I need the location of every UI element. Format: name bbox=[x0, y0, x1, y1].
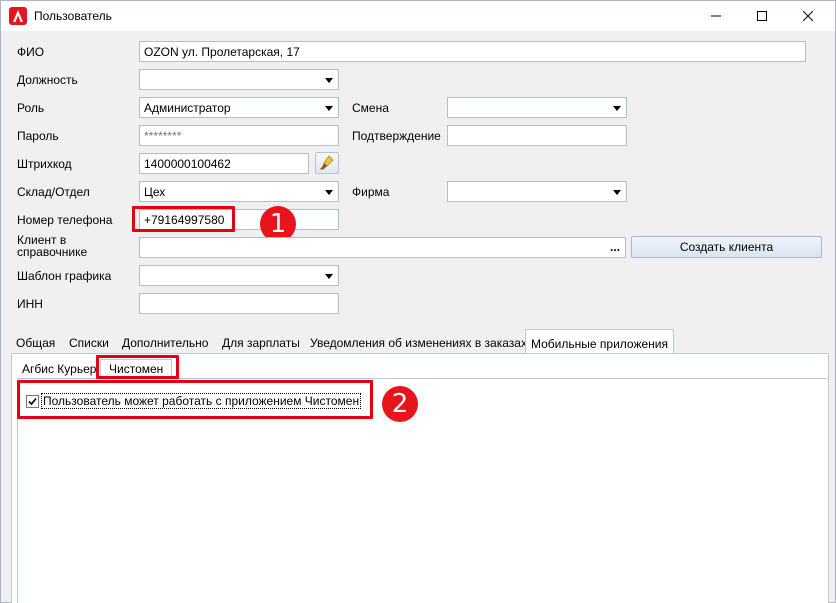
window-title: Пользователь bbox=[34, 9, 112, 23]
shift-select[interactable] bbox=[447, 97, 627, 118]
client-lookup-ellipsis[interactable]: ... bbox=[610, 240, 620, 254]
confirm-label: Подтверждение bbox=[352, 129, 441, 143]
chevron-down-icon bbox=[325, 78, 333, 83]
user-dialog-window: Пользователь ФИО OZON ул. Пролетарская, … bbox=[0, 0, 836, 603]
chevron-down-icon bbox=[613, 106, 621, 111]
warehouse-label: Склад/Отдел bbox=[17, 185, 90, 199]
tab-lists[interactable]: Списки bbox=[64, 331, 114, 354]
role-select[interactable]: Администратор bbox=[139, 97, 339, 118]
firm-select[interactable] bbox=[447, 181, 627, 202]
schedule-select[interactable] bbox=[139, 265, 339, 286]
position-select[interactable] bbox=[139, 69, 339, 90]
password-label: Пароль bbox=[17, 129, 59, 143]
client-input[interactable]: ... bbox=[139, 237, 626, 258]
inn-input[interactable] bbox=[139, 293, 339, 314]
warehouse-select[interactable]: Цех bbox=[139, 181, 339, 202]
title-bar: Пользователь bbox=[1, 1, 835, 31]
barcode-label: Штрихкод bbox=[17, 157, 72, 171]
password-input[interactable]: ******** bbox=[139, 125, 339, 146]
chevron-down-icon bbox=[325, 274, 333, 279]
annotation-badge-2: 2 bbox=[382, 386, 418, 422]
tab-salary[interactable]: Для зарплаты bbox=[217, 331, 305, 354]
checkbox-highlight-frame bbox=[17, 380, 373, 419]
brush-icon bbox=[320, 155, 334, 170]
chevron-down-icon bbox=[325, 190, 333, 195]
fio-input[interactable]: OZON ул. Пролетарская, 17 bbox=[139, 41, 806, 62]
create-client-button[interactable]: Создать клиента bbox=[631, 236, 822, 258]
role-value: Администратор bbox=[144, 101, 231, 115]
close-icon bbox=[803, 11, 813, 21]
app-logo-icon bbox=[9, 7, 27, 25]
phone-highlight-frame bbox=[132, 206, 235, 232]
tab-mobile-apps[interactable]: Мобильные приложения bbox=[525, 329, 674, 354]
shift-label: Смена bbox=[352, 101, 389, 115]
client-label: Клиент в справочнике bbox=[17, 233, 88, 259]
chevron-down-icon bbox=[613, 190, 621, 195]
close-button[interactable] bbox=[785, 1, 831, 31]
schedule-label: Шаблон графика bbox=[17, 269, 112, 283]
maximize-button[interactable] bbox=[739, 1, 785, 31]
barcode-input[interactable]: 1400000100462 bbox=[139, 153, 309, 174]
firm-label: Фирма bbox=[352, 185, 390, 199]
maximize-icon bbox=[757, 11, 767, 21]
inn-label: ИНН bbox=[17, 297, 43, 311]
role-label: Роль bbox=[17, 101, 45, 115]
tab-order-notifications[interactable]: Уведомления об изменениях в заказах bbox=[305, 331, 532, 354]
fio-label: ФИО bbox=[17, 45, 45, 59]
warehouse-value: Цех bbox=[144, 185, 166, 199]
tab-general[interactable]: Общая bbox=[11, 331, 60, 354]
phone-label: Номер телефона bbox=[17, 213, 113, 227]
minimize-icon bbox=[711, 15, 721, 17]
chevron-down-icon bbox=[325, 106, 333, 111]
tab-additional[interactable]: Дополнительно bbox=[117, 331, 213, 354]
chistomen-tab-highlight-frame bbox=[96, 355, 179, 379]
confirm-input[interactable] bbox=[447, 125, 627, 146]
minimize-button[interactable] bbox=[693, 1, 739, 31]
subtab-agbis-courier[interactable]: Агбис Курьер bbox=[22, 362, 96, 376]
barcode-generate-button[interactable] bbox=[315, 152, 339, 174]
position-label: Должность bbox=[17, 73, 78, 87]
